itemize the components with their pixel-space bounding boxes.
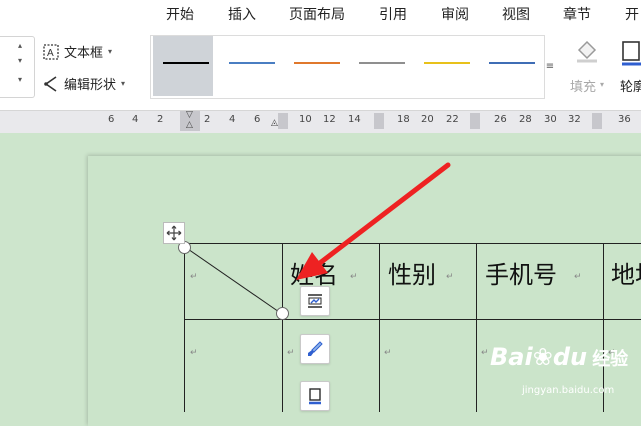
- watermark-url: jingyan.baidu.com: [522, 385, 615, 396]
- watermark-text: 经验: [592, 349, 629, 370]
- paw-icon: ❀: [532, 343, 553, 371]
- watermark-logo-suffix: du: [552, 343, 588, 371]
- watermark-logo-text: Bai: [490, 343, 533, 371]
- baidu-watermark: Bai❀du 经验: [490, 343, 628, 371]
